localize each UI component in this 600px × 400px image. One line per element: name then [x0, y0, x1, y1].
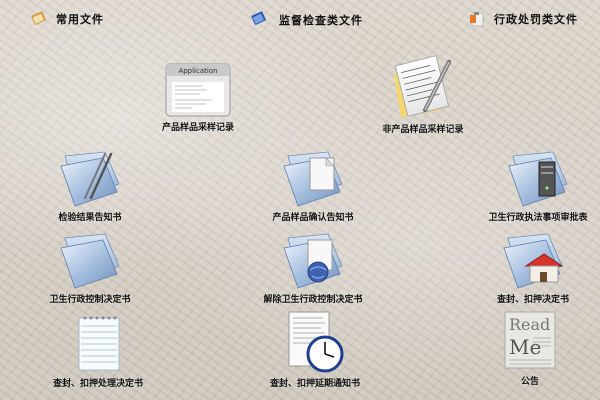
doc-item-label: 查封、扣押决定书	[496, 295, 569, 305]
doc-item-label: 产品样品采样记录	[161, 123, 234, 133]
folder-icon	[60, 233, 120, 289]
clipboard-icon	[468, 10, 486, 28]
svg-text:Application: Application	[178, 67, 217, 75]
svg-text:Me: Me	[509, 335, 541, 359]
doc-item-label: 产品样品确认告知书	[272, 213, 354, 223]
doc-item-label: 解除卫生行政控制决定书	[263, 295, 363, 305]
tab-common-files[interactable]: 常用文件	[30, 10, 104, 32]
doc-item-label: 卫生行政执法事项审批表	[488, 213, 588, 223]
application-window-icon: Application	[165, 63, 231, 117]
folder-document-icon	[283, 151, 343, 207]
folder-server-icon	[508, 151, 568, 207]
document-clock-icon	[288, 311, 344, 373]
folder-globe-icon	[283, 233, 343, 289]
tab-label: 行政处罚类文件	[494, 13, 578, 26]
doc-item-announcement[interactable]: Read Me 公告	[490, 308, 570, 387]
tab-label: 监督检查类文件	[279, 14, 363, 27]
doc-item-enforcement-approval-form[interactable]: 卫生行政执法事项审批表	[478, 148, 598, 223]
doc-item-label: 卫生行政控制决定书	[49, 295, 131, 305]
doc-item-product-sample-confirmation[interactable]: 产品样品确认告知书	[258, 148, 368, 223]
doc-item-seizure-decision[interactable]: 查封、扣押决定书	[478, 230, 588, 305]
doc-item-label: 公告	[520, 377, 539, 387]
folder-pen-icon	[60, 151, 120, 207]
svg-text:Read: Read	[509, 315, 550, 334]
notepad-icon	[78, 316, 120, 371]
folder-home-icon	[503, 233, 564, 289]
newspaper-icon: Read Me	[504, 311, 556, 369]
doc-item-label: 非产品样品采样记录	[382, 125, 464, 135]
tab-penalty-files[interactable]: 行政处罚类文件	[468, 10, 578, 32]
doc-item-product-sampling-record[interactable]: Application 产品样品采样记录	[148, 62, 248, 133]
doc-item-seizure-extension-notice[interactable]: 查封、扣押延期通知书	[250, 310, 380, 389]
doc-item-label: 查封、扣押延期通知书	[269, 379, 360, 389]
doc-item-seizure-handling-decision[interactable]: 查封、扣押处理决定书	[28, 312, 168, 389]
blue-book-icon	[250, 10, 268, 28]
doc-item-administrative-control-decision[interactable]: 卫生行政控制决定书	[35, 230, 145, 305]
book-icon	[30, 10, 48, 28]
doc-item-label: 检验结果告知书	[58, 213, 122, 223]
tab-label: 常用文件	[56, 13, 104, 26]
doc-item-inspection-result-notice[interactable]: 检验结果告知书	[40, 148, 140, 223]
doc-item-lift-administrative-control[interactable]: 解除卫生行政控制决定书	[248, 230, 378, 305]
doc-item-label: 查封、扣押处理决定书	[52, 379, 143, 389]
tab-supervision-files[interactable]: 监督检查类文件	[250, 10, 366, 32]
doc-item-non-product-sampling-record[interactable]: 非产品样品采样记录	[368, 52, 478, 135]
pen-notepad-icon	[393, 55, 451, 118]
